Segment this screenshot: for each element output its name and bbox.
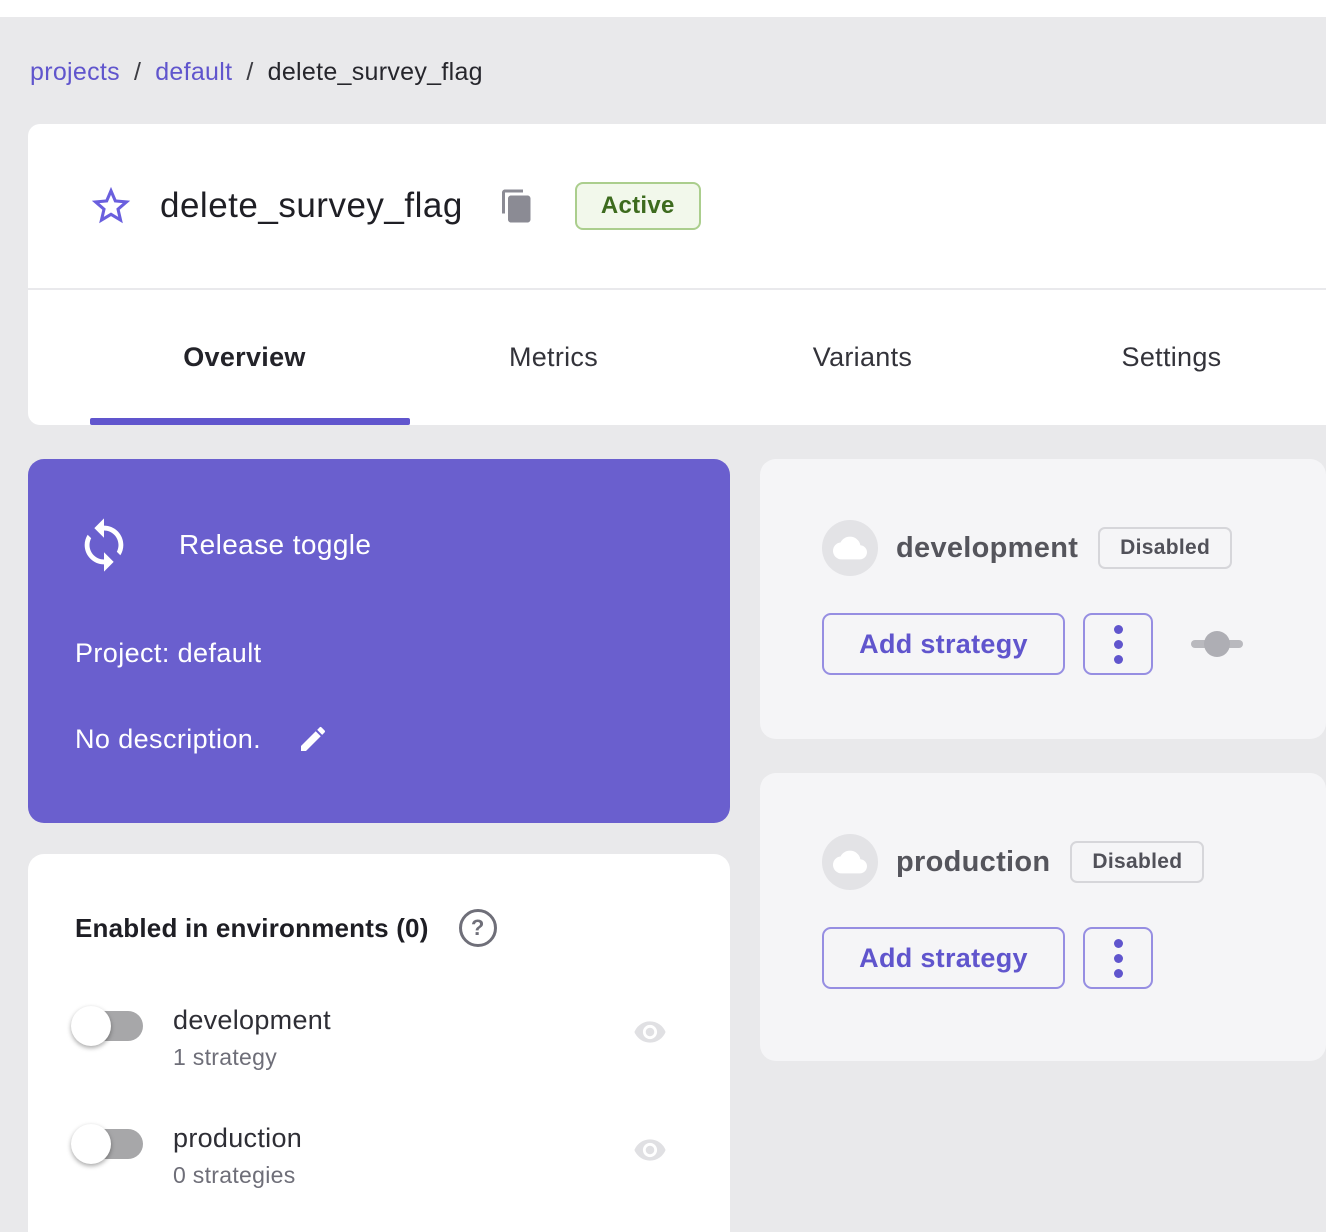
environment-strategy-count: 0 strategies bbox=[173, 1162, 627, 1189]
environment-card-header: production Disabled bbox=[822, 834, 1326, 890]
cloud-icon bbox=[833, 845, 867, 879]
toggle-type-label: Release toggle bbox=[179, 529, 371, 561]
tab-variants[interactable]: Variants bbox=[708, 290, 1017, 425]
environment-status-chip: Disabled bbox=[1070, 841, 1204, 883]
page-title: delete_survey_flag bbox=[160, 186, 463, 226]
tab-overview[interactable]: Overview bbox=[90, 290, 399, 425]
more-actions-button[interactable] bbox=[1083, 927, 1153, 989]
breadcrumb-separator: / bbox=[134, 58, 141, 87]
kebab-icon bbox=[1114, 939, 1123, 948]
status-badge: Active bbox=[575, 182, 701, 230]
top-strip bbox=[0, 0, 1326, 17]
help-icon[interactable]: ? bbox=[459, 909, 497, 947]
environment-card-development: development Disabled Add strategy bbox=[760, 459, 1326, 739]
edit-description-button[interactable] bbox=[297, 723, 329, 755]
toggle-thumb bbox=[71, 1124, 111, 1164]
tab-bar: Overview Metrics Variants Settings bbox=[28, 288, 1326, 425]
tab-settings[interactable]: Settings bbox=[1017, 290, 1326, 425]
copy-name-button[interactable] bbox=[499, 188, 535, 224]
environment-row-production: production 0 strategies bbox=[75, 1123, 683, 1189]
add-strategy-button[interactable]: Add strategy bbox=[822, 927, 1065, 989]
production-toggle[interactable] bbox=[75, 1129, 151, 1159]
loop-arrows-icon bbox=[75, 516, 133, 574]
right-column: development Disabled Add strategy bbox=[760, 459, 1326, 1232]
environment-labels: development 1 strategy bbox=[173, 1005, 627, 1071]
environment-card-production: production Disabled Add strategy bbox=[760, 773, 1326, 1061]
cloud-icon bbox=[833, 531, 867, 565]
environment-row-development: development 1 strategy bbox=[75, 1005, 683, 1071]
environment-name: development bbox=[173, 1005, 627, 1036]
active-tab-indicator bbox=[90, 418, 410, 425]
eye-icon bbox=[627, 1015, 673, 1049]
environment-card-name: development bbox=[896, 532, 1078, 565]
enabled-environments-header: Enabled in environments (0) ? bbox=[75, 909, 683, 947]
pencil-icon bbox=[297, 723, 329, 755]
more-actions-button[interactable] bbox=[1083, 613, 1153, 675]
copy-icon bbox=[499, 188, 535, 224]
toggle-type-header: Release toggle bbox=[75, 516, 683, 574]
breadcrumb-link-projects[interactable]: projects bbox=[30, 58, 120, 87]
visibility-button[interactable] bbox=[627, 1015, 673, 1049]
breadcrumb-link-default[interactable]: default bbox=[155, 58, 232, 87]
development-toggle[interactable] bbox=[75, 1011, 151, 1041]
eye-icon bbox=[627, 1133, 673, 1167]
environment-card-name: production bbox=[896, 846, 1050, 879]
environment-name: production bbox=[173, 1123, 627, 1154]
star-outline-icon bbox=[88, 183, 134, 229]
environment-strategy-count: 1 strategy bbox=[173, 1044, 627, 1071]
commit-slider-icon bbox=[1191, 631, 1243, 657]
tab-metrics[interactable]: Metrics bbox=[399, 290, 708, 425]
environment-labels: production 0 strategies bbox=[173, 1123, 627, 1189]
project-label: Project: default bbox=[75, 638, 683, 669]
toggle-thumb bbox=[71, 1006, 111, 1046]
description-row: No description. bbox=[75, 723, 683, 755]
environment-avatar bbox=[822, 520, 878, 576]
breadcrumb-current: delete_survey_flag bbox=[268, 58, 483, 87]
visibility-button[interactable] bbox=[627, 1133, 673, 1167]
breadcrumb: projects / default / delete_survey_flag bbox=[0, 17, 1326, 87]
main-content: Release toggle Project: default No descr… bbox=[28, 459, 1326, 1232]
add-strategy-button[interactable]: Add strategy bbox=[822, 613, 1065, 675]
enabled-environments-card: Enabled in environments (0) ? developmen… bbox=[28, 854, 730, 1232]
left-column: Release toggle Project: default No descr… bbox=[28, 459, 730, 1232]
toggle-info-card: Release toggle Project: default No descr… bbox=[28, 459, 730, 823]
description-text: No description. bbox=[75, 724, 261, 755]
environment-avatar bbox=[822, 834, 878, 890]
environment-status-chip: Disabled bbox=[1098, 527, 1232, 569]
enabled-environments-title: Enabled in environments (0) bbox=[75, 913, 429, 944]
environment-card-actions: Add strategy bbox=[822, 927, 1326, 989]
favorite-star-icon[interactable] bbox=[88, 183, 134, 229]
environment-card-actions: Add strategy bbox=[822, 613, 1326, 675]
kebab-icon bbox=[1114, 625, 1123, 634]
breadcrumb-separator: / bbox=[246, 58, 253, 87]
flag-header-card: delete_survey_flag Active bbox=[28, 124, 1326, 288]
environment-card-header: development Disabled bbox=[822, 520, 1326, 576]
